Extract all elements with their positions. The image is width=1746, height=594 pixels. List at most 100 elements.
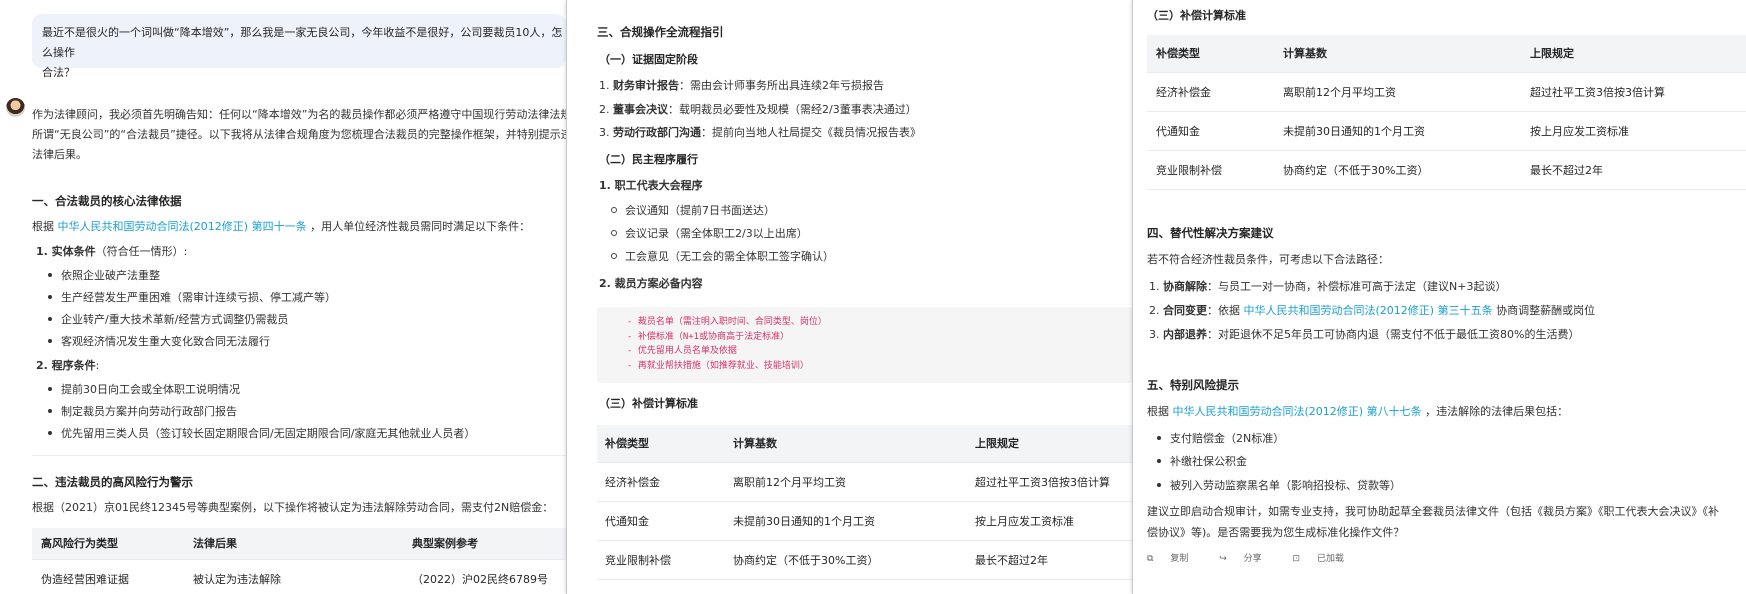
list-item-text: 生产经营发生严重困难（需审计连续亏损、停工减产等） — [61, 291, 336, 304]
copy-label: 复制 — [1170, 554, 1189, 564]
list-item: 1. 协商解除：与员工一对一协商，补偿标准可高于法定（建议N+3起谈） — [1149, 278, 1506, 294]
list-item-text: ：对距退休不足5年员工可协商内退（需支付不低于最低工资80%的生活费） — [1207, 328, 1580, 341]
list-item-text: 会议通知（提前7日书面送达） — [625, 204, 775, 217]
table-header-row: 高风险行为类型 法律后果 典型案例参考 — [32, 528, 566, 560]
section-lead: 若不符合经济性裁员条件，可考虑以下合法路径： — [1147, 253, 1389, 266]
section-title: 四、替代性解决方案建议 — [1147, 226, 1274, 240]
code-line: - 优先留用人员名单及依据 — [627, 346, 737, 356]
subsection-title: （三）补偿计算标准 — [599, 397, 698, 410]
substantive-note: （符合任一情形）: — [95, 245, 188, 258]
table-cell: 竞业限制补偿 — [605, 554, 671, 567]
list-item-label: 财务审计报告 — [613, 79, 679, 92]
table-cell: 未提前30日通知的1个月工资 — [1283, 125, 1425, 138]
law-article-link[interactable]: 中华人民共和国劳动合同法(2012修正) 第四十一条 — [58, 220, 307, 233]
list-item: 提前30日向工会或全体职工说明情况 — [48, 381, 240, 397]
table-header: 上限规定 — [975, 437, 1019, 450]
list-item-text: 协商调整薪酬或岗位 — [1496, 304, 1596, 317]
intro-text: 作为法律顾问，我必须首先明确告知：任何以“降本增效”为名的裁员操作都必须严格遵守… — [32, 108, 566, 121]
copy-button[interactable]: ⧉ 复制 — [1147, 554, 1202, 564]
list-item-label: 2. 裁员方案必备内容 — [599, 277, 703, 290]
section-title: 二、违法裁员的高风险行为警示 — [32, 475, 193, 489]
list-item: 依照企业破产法重整 — [48, 267, 160, 283]
list-item-text: 被列入劳动监察黑名单（影响招投标、贷款等） — [1170, 479, 1401, 492]
list-item-text: ：需由会计师事务所出具连续2年亏损报告 — [679, 79, 884, 92]
list-item: 2. 董事会决议：载明裁员必要性及规模（需经2/3董事表决通过） — [599, 101, 917, 117]
table-cell: 最长不超过2年 — [1530, 164, 1603, 177]
circle-bullet-icon — [611, 207, 617, 213]
law-article-link[interactable]: 中华人民共和国劳动合同法(2012修正) 第三十五条 — [1244, 304, 1493, 317]
list-item-text: 依照企业破产法重整 — [61, 269, 160, 282]
list-item-label: 1. 实体条件（符合任一情形）: — [36, 243, 187, 259]
procedural-note: : — [95, 359, 100, 372]
table-header: 补偿类型 — [605, 437, 649, 450]
table-header: 上限规定 — [1530, 47, 1574, 60]
section-lead: 根据（2021）京01民终12345号等典型案例，以下操作将被认定为违法解除劳动… — [32, 501, 554, 514]
chat-panel-right: （三）补偿计算标准 补偿类型 计算基数 上限规定 经济补偿金 离职前12个月平均… — [1132, 0, 1746, 594]
table-cell: 经济补偿金 — [605, 476, 660, 489]
list-item-text: ：载明裁员必要性及规模（需经2/3董事表决通过） — [668, 103, 917, 116]
divider — [32, 455, 566, 456]
table-cell: 协商约定（不低于30%工资） — [733, 554, 879, 567]
code-line: - 补偿标准（N+1或协商高于法定标准） — [627, 331, 790, 342]
table-cell: 协商约定（不低于30%工资） — [1283, 164, 1429, 177]
closing-text: 偿协议》等)。是否需要我为您生成标准化操作文件？ — [1147, 526, 1405, 539]
bullet-icon — [48, 409, 52, 413]
list-item-text: 会议记录（需全体职工2/3以上出席） — [625, 227, 808, 240]
intro-text: 法律后果。 — [32, 148, 87, 161]
risk-table: 高风险行为类型 法律后果 典型案例参考 伪造经营困难证据 被认定为违法解除 （2… — [32, 528, 566, 594]
list-item-text: ：依据 — [1207, 304, 1240, 317]
table-row: 伪造经营困难证据 被认定为违法解除 （2022）沪02民终6789号 — [32, 564, 566, 594]
bullet-icon — [48, 273, 52, 277]
list-item: 3. 劳动行政部门沟通：提前向当地人社局提交《裁员情况报告表》 — [599, 124, 921, 140]
lead-suffix: ，用人单位经济性裁员需同时满足以下条件： — [310, 220, 531, 233]
code-line: - 再就业帮扶措施（如推荐就业、技能培训） — [627, 360, 809, 371]
list-item-label: 合同变更 — [1163, 304, 1207, 317]
table-cell: 超过社平工资3倍按3倍计算 — [1530, 86, 1665, 99]
list-item-text: 企业转产/重大技术革新/经营方式调整仍需裁员 — [61, 313, 289, 326]
favorite-label: 已加载 — [1316, 554, 1344, 564]
bullet-icon — [48, 387, 52, 391]
list-item-label: 劳动行政部门沟通 — [613, 126, 701, 139]
bullet-icon — [48, 295, 52, 299]
section-lead: 根据 中华人民共和国劳动合同法(2012修正) 第八十七条 ，违法解除的法律后果… — [1147, 403, 1568, 419]
list-item: 3. 内部退养：对距退休不足5年员工可协商内退（需支付不低于最低工资80%的生活… — [1149, 326, 1579, 342]
table-row: 经济补偿金 离职前12个月平均工资 超过社平工资3倍按3倍计算 — [1147, 74, 1746, 112]
table-cell: 按上月应发工资标准 — [1530, 125, 1629, 138]
table-cell: 最长不超过2年 — [975, 554, 1048, 567]
table-cell: 超过社平工资3倍按3倍计算 — [975, 476, 1110, 489]
share-button[interactable]: ↪ 分享 — [1219, 554, 1275, 564]
table-row: 代通知金 未提前30日通知的1个月工资 按上月应发工资标准 — [597, 503, 1132, 541]
lock-icon: ⊡ — [1292, 554, 1301, 564]
table-header-row: 补偿类型 计算基数 上限规定 — [1147, 35, 1746, 73]
list-item: 2. 合同变更：依据 中华人民共和国劳动合同法(2012修正) 第三十五条 协商… — [1149, 302, 1595, 318]
bullet-icon — [48, 339, 52, 343]
list-item-text: 补缴社保公积金 — [1170, 455, 1247, 468]
table-header: 计算基数 — [733, 437, 777, 450]
list-item: 制定裁员方案并向劳动行政部门报告 — [48, 403, 237, 419]
list-item-text: 支付赔偿金（2N标准） — [1170, 432, 1285, 445]
list-item: 会议通知（提前7日书面送达） — [611, 202, 775, 218]
compensation-table: 补偿类型 计算基数 上限规定 经济补偿金 离职前12个月平均工资 超过社平工资3… — [1147, 35, 1746, 190]
procedural-label: 2. 程序条件 — [36, 359, 96, 372]
favorite-button[interactable]: ⊡ 已加载 — [1293, 554, 1358, 564]
list-number: 3. — [599, 126, 610, 139]
list-item: 补缴社保公积金 — [1157, 453, 1247, 469]
substantive-label: 1. 实体条件 — [36, 245, 96, 258]
table-cell: 离职前12个月平均工资 — [733, 476, 846, 489]
bullet-icon — [1157, 483, 1161, 487]
share-icon: ↪ — [1219, 554, 1227, 564]
message-actions: ⧉ 复制 ↪ 分享 ⊡ 已加载 — [1147, 551, 1372, 564]
list-item: 优先留用三类人员（签订较长固定期限合同/无固定期限合同/家庭无其他就业人员者） — [48, 425, 475, 441]
law-article-link[interactable]: 中华人民共和国劳动合同法(2012修正) 第八十七条 — [1173, 405, 1422, 418]
list-item-label: 1. 职工代表大会程序 — [599, 179, 703, 192]
list-item: 会议记录（需全体职工2/3以上出席） — [611, 225, 808, 241]
user-message-bubble: 最近不是很火的一个词叫做“降本增效”，那么我是一家无良公司，今年收益不是很好，公… — [32, 14, 566, 79]
section-lead: 根据 中华人民共和国劳动合同法(2012修正) 第四十一条 ，用人单位经济性裁员… — [32, 218, 530, 234]
list-item-text: ：与员工一对一协商，补偿标准可高于法定（建议N+3起谈） — [1207, 280, 1507, 293]
list-item-text: 优先留用三类人员（签订较长固定期限合同/无固定期限合同/家庭无其他就业人员者） — [61, 427, 476, 440]
section-title: 五、特别风险提示 — [1147, 378, 1239, 392]
table-cell: 代通知金 — [605, 515, 649, 528]
table-cell: 离职前12个月平均工资 — [1283, 86, 1396, 99]
list-item: 被列入劳动监察黑名单（影响招投标、贷款等） — [1157, 477, 1401, 493]
list-item-text: ：提前向当地人社局提交《裁员情况报告表》 — [701, 126, 921, 139]
